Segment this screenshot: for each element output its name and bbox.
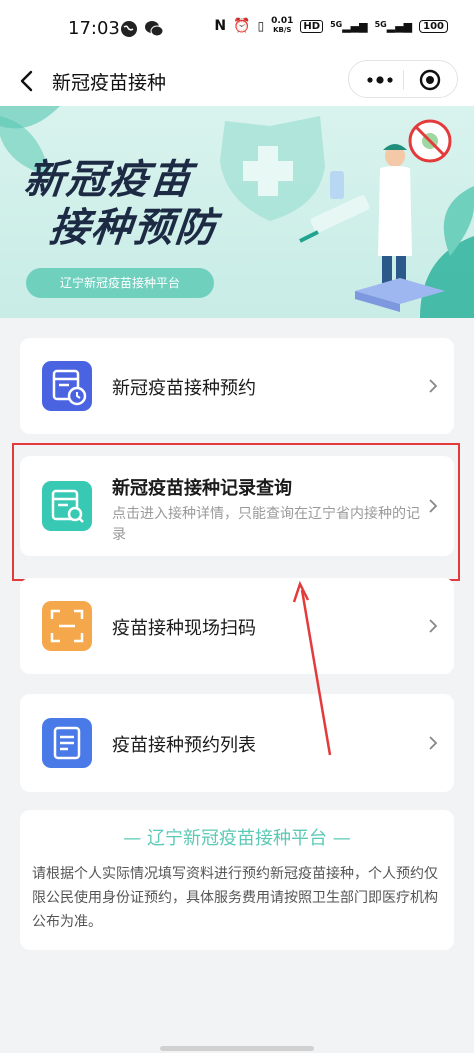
- signal-label-2: 5G: [374, 19, 387, 29]
- hd-badge: HD: [300, 19, 324, 33]
- status-right-group: N ⏰ ▯ 0.01 KB/S HD 5G▂▄▆ 5G▂▄▆ 100: [214, 17, 448, 35]
- menu-item-scan[interactable]: 疫苗接种现场扫码: [20, 578, 454, 674]
- network-speed-unit: KB/S: [273, 26, 292, 34]
- network-speed: 0.01 KB/S: [271, 17, 293, 35]
- platform-info-title: — 辽宁新冠疫苗接种平台 —: [123, 828, 351, 849]
- highlight-box: [12, 443, 460, 581]
- banner-headline-line2: 接种预防: [47, 205, 220, 251]
- globe-icon: [121, 21, 137, 37]
- signal-5g-2: 5G▂▄▆: [374, 19, 413, 33]
- document-list-icon: [42, 718, 92, 768]
- wechat-icon: [145, 21, 164, 37]
- annotation-arrow: [292, 580, 332, 756]
- battery-icon: 100: [419, 19, 448, 33]
- more-dots-icon[interactable]: [365, 71, 395, 89]
- chevron-right-icon: [429, 619, 438, 633]
- signal-label-1: 5G: [330, 19, 343, 29]
- page-title: 新冠疫苗接种: [52, 72, 167, 94]
- platform-info-card: — 辽宁新冠疫苗接种平台 — 请根据个人实际情况填写资料进行预约新冠疫苗接种，个…: [20, 810, 454, 950]
- calendar-clock-icon: [42, 361, 92, 411]
- menu-item-title: 疫苗接种现场扫码: [112, 618, 256, 639]
- platform-info-text: 请根据个人实际情况填写资料进行预约新冠疫苗接种，个人预约仅限公民使用身份证预约，…: [32, 866, 438, 930]
- alarm-icon: ⏰: [233, 18, 251, 34]
- miniprogram-capsule: [348, 60, 458, 98]
- chevron-right-icon: [429, 379, 438, 393]
- menu-item-title: 疫苗接种预约列表: [112, 735, 256, 756]
- menu-item-title: 新冠疫苗接种预约: [112, 378, 256, 399]
- network-speed-value: 0.01: [271, 16, 294, 26]
- scan-icon: [42, 601, 92, 651]
- chevron-right-icon: [429, 736, 438, 750]
- nfc-icon: N: [214, 18, 227, 34]
- banner-subtitle: 辽宁新冠疫苗接种平台: [26, 268, 214, 298]
- banner-headline-line1: 新冠疫苗: [22, 157, 195, 203]
- status-time: 17:03: [68, 18, 120, 39]
- menu-item-appointment-list[interactable]: 疫苗接种预约列表: [20, 694, 454, 792]
- capsule-divider: [403, 70, 404, 90]
- status-bar: 17:03 N ⏰ ▯ 0.01 KB/S HD 5G▂▄▆ 5G▂▄▆ 100: [0, 0, 474, 56]
- back-arrow-icon[interactable]: [16, 68, 38, 94]
- hero-banner: 新冠疫苗 接种预防 辽宁新冠疫苗接种平台: [0, 106, 474, 318]
- close-miniprogram-icon[interactable]: [419, 69, 441, 91]
- home-indicator: [160, 1046, 314, 1051]
- menu-item-appointment[interactable]: 新冠疫苗接种预约: [20, 338, 454, 434]
- banner-headline: 新冠疫苗 接种预防: [17, 156, 225, 252]
- nav-bar: 新冠疫苗接种: [0, 56, 474, 106]
- vibrate-icon: ▯: [257, 19, 265, 33]
- signal-5g-1: 5G▂▄▆: [330, 19, 368, 33]
